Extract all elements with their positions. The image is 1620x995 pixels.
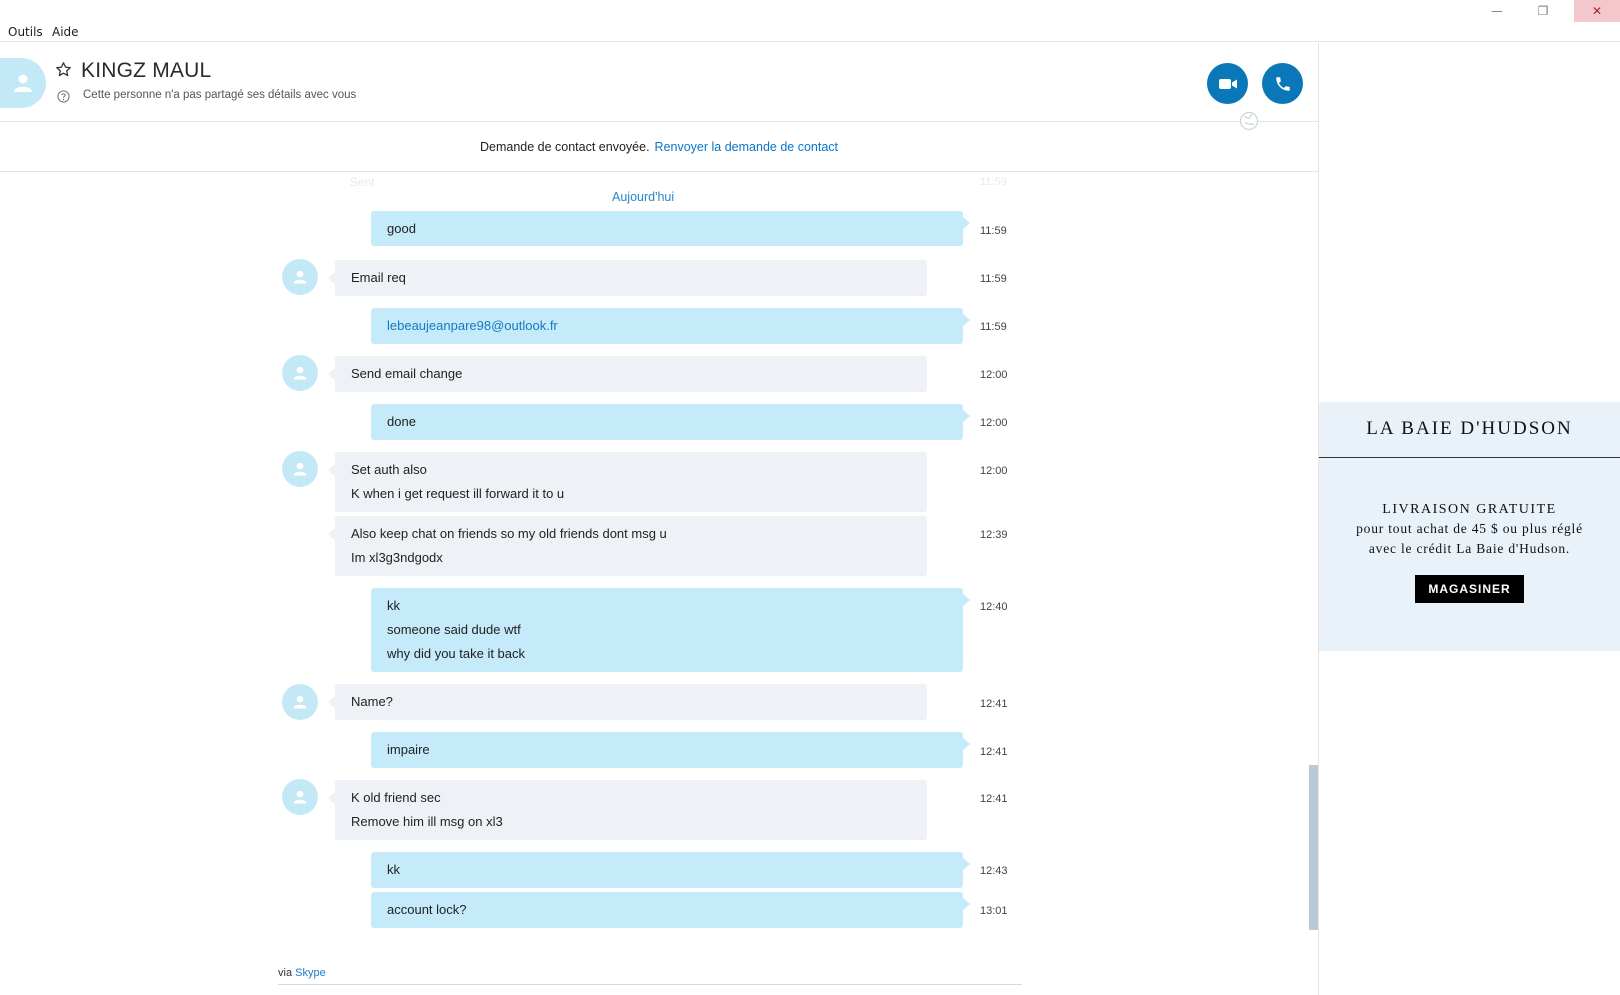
maximize-icon: ❐ [1537,4,1549,18]
close-icon: ✕ [1591,4,1603,18]
email-link[interactable]: lebeaujeanpare98@outlook.fr [387,314,947,338]
day-separator: Aujourd'hui [612,190,675,204]
chat-scrollbar-thumb[interactable] [1309,765,1318,930]
video-call-button[interactable] [1207,63,1248,104]
via-prefix: via [278,967,293,979]
message-bubble-outgoing[interactable]: lebeaujeanpare98@outlook.fr [371,308,970,344]
message-text: kk [387,862,400,877]
message-text: kk [387,598,400,613]
message-time: 12:00 [980,369,1008,381]
maximize-button[interactable]: ❐ [1520,0,1566,22]
contact-status: Cette personne n'a pas partagé ses détai… [83,89,357,101]
contact-request-notice: Demande de contact envoyée. Renvoyer la … [0,123,1318,172]
close-button[interactable]: ✕ [1574,0,1620,22]
star-icon[interactable] [55,61,72,82]
ad-shop-button[interactable]: MAGASINER [1415,575,1524,603]
message-text: account lock? [387,902,467,917]
contact-avatar[interactable] [282,779,318,815]
ad-body-line: pour tout achat de 45 $ ou plus réglé [1356,521,1583,536]
contact-avatar[interactable] [282,259,318,295]
message-time: 13:01 [980,905,1008,917]
message-time: 12:39 [980,529,1008,541]
user-avatar-icon [293,790,307,804]
message-text: someone said dude wtf [387,622,521,637]
message-bubble-outgoing[interactable]: done [371,404,970,440]
phone-call-button[interactable] [1262,63,1303,104]
contact-avatar[interactable] [282,684,318,720]
user-avatar-icon [293,462,307,476]
request-sent-text: Demande de contact envoyée. [479,140,650,154]
message-text: Name? [351,694,393,709]
message-bubble-outgoing[interactable]: kk [371,852,970,888]
minimize-icon: — [1491,4,1503,18]
menu-bar: Outils Aide — ❐ ✕ [0,0,1620,42]
conversation-header: KINGZ MAUL Cette personne n'a pas partag… [0,43,1318,122]
user-avatar-icon [293,695,307,709]
message-text: K when i get request ill forward it to u [351,486,565,501]
message-time: 12:41 [980,698,1008,710]
message-bubble-outgoing[interactable]: good [371,211,970,246]
ad-body-line: avec le crédit La Baie d'Hudson. [1368,541,1571,556]
faded-message-text: Sent [350,175,375,189]
divider [278,984,1022,985]
resend-request-link[interactable]: Renvoyer la demande de contact [655,140,838,154]
minimize-button[interactable]: — [1474,0,1520,22]
message-text: why did you take it back [387,646,526,661]
menu-outils[interactable]: Outils [8,25,43,39]
contact-avatar[interactable] [282,355,318,391]
message-bubble-outgoing[interactable]: kk someone said dude wtf why did you tak… [371,588,970,672]
message-text: impaire [387,742,430,757]
message-time: 11:59 [980,273,1007,285]
ad-brand-logo: LA BAIE D'HUDSON [1366,418,1573,439]
message-text: Email req [351,270,406,285]
message-time: 12:41 [980,746,1008,758]
message-bubble-incoming[interactable]: Send email change [328,356,927,392]
message-text: K old friend sec [351,790,441,805]
user-avatar-icon [293,270,307,284]
message-time: 12:00 [980,417,1008,429]
user-avatar-icon [293,366,307,380]
advertisement-banner[interactable]: LA BAIE D'HUDSON LIVRAISON GRATUITE pour… [1319,402,1620,651]
message-bubble-outgoing[interactable]: impaire [371,732,970,768]
contact-avatar[interactable] [0,58,46,108]
message-text: Send email change [351,366,463,381]
message-time: 11:59 [980,225,1007,237]
ad-divider [1319,457,1620,458]
contact-avatar[interactable] [282,451,318,487]
message-text: Remove him ill msg on xl3 [351,814,503,829]
message-bubble-incoming[interactable]: Set auth also K when i get request ill f… [328,452,927,512]
message-time: 12:41 [980,793,1008,805]
message-bubble-incoming[interactable]: Email req [328,260,927,296]
message-time: 12:00 [980,465,1008,477]
message-text: good [387,221,416,236]
message-time: 12:43 [980,865,1008,877]
message-bubble-incoming[interactable]: K old friend sec Remove him ill msg on x… [328,780,927,840]
phone-icon [1275,76,1290,91]
via-label: via Skype [278,967,326,979]
message-bubble-incoming[interactable]: Also keep chat on friends so my old frie… [328,516,927,576]
faded-message-time: 11:59 [980,176,1007,188]
help-icon[interactable] [57,88,70,107]
message-time: 11:59 [980,321,1007,333]
via-skype-link[interactable]: Skype [295,967,326,979]
ad-headline: LIVRAISON GRATUITE [1382,502,1557,517]
message-text: Also keep chat on friends so my old frie… [351,526,667,541]
contact-name[interactable]: KINGZ MAUL [81,59,211,83]
video-call-icon [1218,78,1237,89]
user-avatar-icon [14,74,32,92]
message-text: Set auth also [351,462,427,477]
ad-body: pour tout achat de 45 $ ou plus réglé av… [1319,519,1620,559]
chat-history[interactable]: Sent 11:59 Aujourd'hui good 11:59 Email … [0,172,1318,995]
message-time: 12:40 [980,601,1008,613]
message-bubble-outgoing[interactable]: account lock? [371,892,970,928]
message-text: Im xl3g3ndgodx [351,550,443,565]
message-text: done [387,414,416,429]
menu-aide[interactable]: Aide [52,25,79,39]
message-bubble-incoming[interactable]: Name? [328,684,927,720]
